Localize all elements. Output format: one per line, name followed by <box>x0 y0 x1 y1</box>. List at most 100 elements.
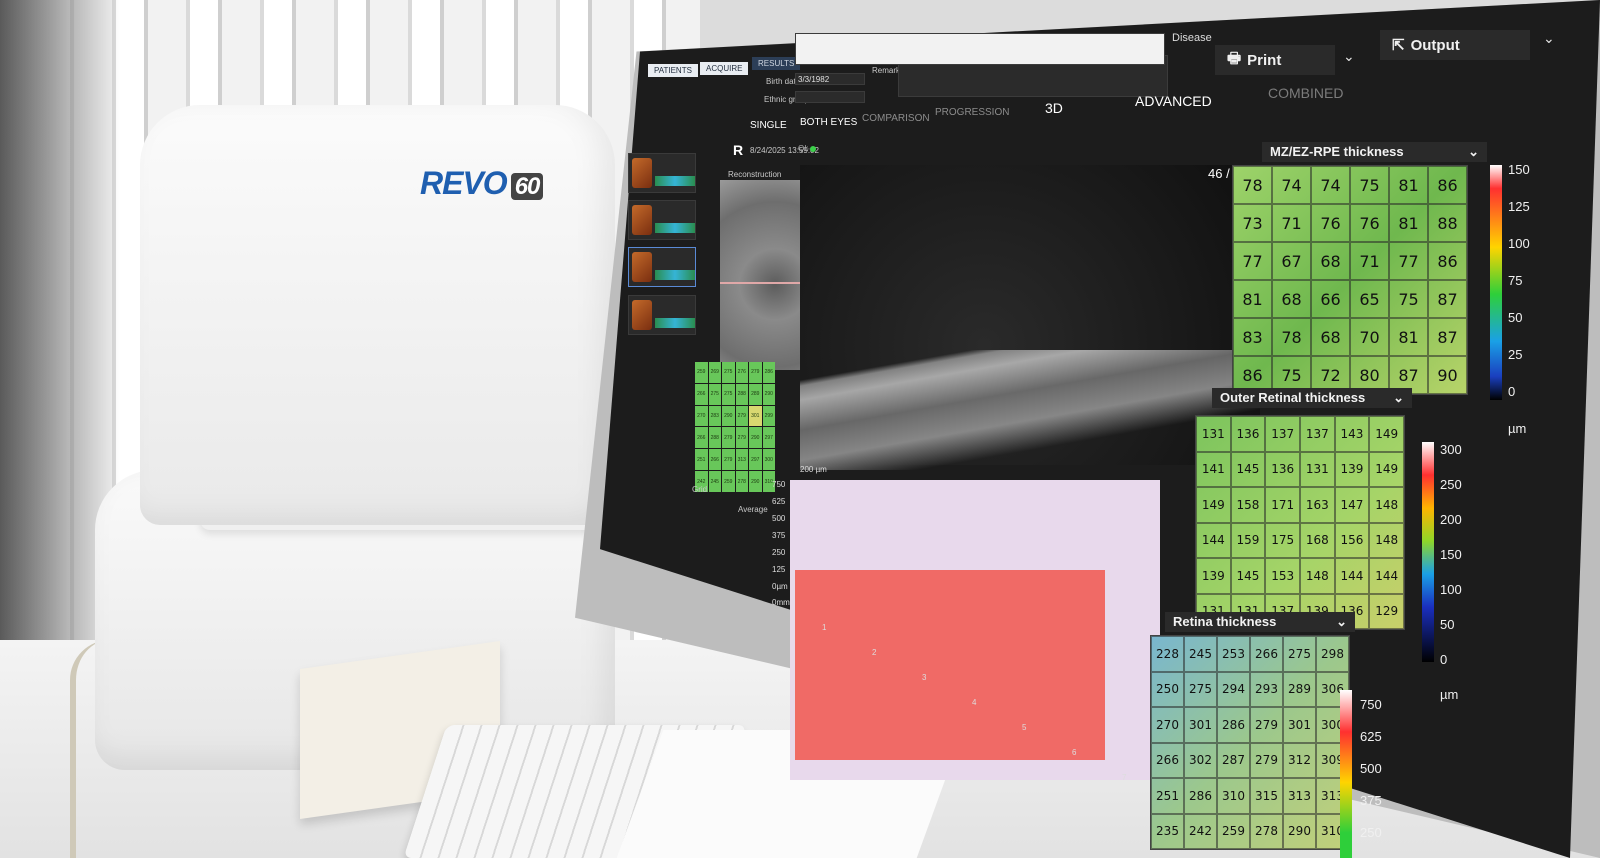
map-cell: 145 <box>1230 558 1266 594</box>
scan-thumbnail-selected[interactable] <box>628 247 696 287</box>
axis-tick: 3 <box>922 673 927 682</box>
map-cell: 300 <box>762 449 775 471</box>
output-dropdown-icon[interactable]: ⌄ <box>1543 30 1555 47</box>
outer-color-scale <box>1422 442 1434 662</box>
scale-tick: 75 <box>1508 273 1523 288</box>
map-cell: 71 <box>1272 204 1311 242</box>
average-label[interactable]: Average <box>738 505 768 514</box>
axis-tick: 375 <box>772 531 786 540</box>
device-logo: REVO 60 <box>420 165 544 202</box>
map-cell: 290 <box>749 427 762 449</box>
device-brand: REVO <box>420 165 508 201</box>
mz-map-dropdown-icon[interactable]: ⌄ <box>1468 144 1479 160</box>
scale-tick: 250 <box>1360 825 1382 840</box>
retina-thickness-map[interactable]: 228 245 253 266 275 298 250 275 294 293 289 306 270 3… <box>1150 635 1350 850</box>
map-cell: 137 <box>1300 416 1335 452</box>
map-cell: 286 <box>1184 778 1217 814</box>
map-cell: 312 <box>1283 742 1316 778</box>
tab-advanced[interactable]: ADVANCED <box>1135 93 1212 109</box>
scan-thumbnail[interactable] <box>628 295 696 335</box>
outer-map-dropdown-icon[interactable]: ⌄ <box>1393 390 1404 406</box>
scale-tick: 50 <box>1440 617 1455 632</box>
map-cell: 139 <box>1334 451 1370 487</box>
map-cell: 269 <box>708 362 721 383</box>
ethnic-group-field[interactable] <box>795 91 865 103</box>
scale-tick: 200 <box>1440 512 1462 527</box>
map-cell: 81 <box>1389 166 1428 204</box>
map-cell: 251 <box>1151 778 1184 814</box>
output-icon: ⇱ <box>1392 37 1405 54</box>
map-cell: 86 <box>1428 166 1467 204</box>
disease-field[interactable] <box>795 33 1165 65</box>
qi-indicator <box>810 146 816 152</box>
map-cell: 156 <box>1334 522 1370 558</box>
mz-ez-rpe-thickness-map[interactable]: 78 74 74 75 81 86 73 71 76 76 81 88 77 67 68 71 77 86 81 68… <box>1232 165 1468 395</box>
mz-color-scale <box>1490 165 1502 400</box>
map-cell: 279 <box>1250 707 1283 743</box>
scale-tick: 50 <box>1508 310 1523 325</box>
map-cell: 279 <box>722 449 735 471</box>
map-cell: 88 <box>1428 204 1467 242</box>
tab-acquire[interactable]: ACQUIRE <box>700 62 749 75</box>
print-dropdown-icon[interactable]: ⌄ <box>1343 48 1355 65</box>
map-cell: 75 <box>1389 280 1428 318</box>
map-cell: 275 <box>722 383 735 405</box>
scale-tick: 25 <box>1508 347 1523 362</box>
tab-single[interactable]: SINGLE <box>750 120 787 131</box>
scale-tick: 100 <box>1508 236 1530 251</box>
map-cell: 259 <box>722 471 735 492</box>
tab-both-eyes[interactable]: BOTH EYES <box>800 117 857 128</box>
tab-patients[interactable]: PATIENTS <box>648 64 698 77</box>
fundus-thumb <box>632 300 652 330</box>
map-cell: 279 <box>1250 742 1283 778</box>
map-cell: 297 <box>762 427 775 449</box>
map-cell: 253 <box>1217 636 1250 672</box>
map-cell: 66 <box>1311 280 1350 318</box>
tab-progression[interactable]: PROGRESSION <box>935 107 1009 118</box>
map-cell: 68 <box>1272 280 1311 318</box>
axis-tick: 7 <box>1122 773 1127 782</box>
tab-3d[interactable]: 3D <box>1045 100 1063 116</box>
map-cell: 310 <box>1217 778 1250 814</box>
map-cell: 87 <box>1428 280 1467 318</box>
outer-retinal-thickness-map[interactable]: 131 136 137 137 143 149 141 145 136 131 139 149 149 1… <box>1195 415 1405 630</box>
map-cell: 158 <box>1230 487 1266 523</box>
axis-tick: 500 <box>772 514 786 523</box>
map-cell: 275 <box>708 383 721 405</box>
tab-results[interactable]: RESULTS <box>752 57 801 70</box>
map-cell: 137 <box>1265 416 1300 452</box>
scale-tick: 375 <box>1360 793 1382 808</box>
axis-tick: 250 <box>772 548 786 557</box>
tab-comparison[interactable]: COMPARISON <box>862 113 930 124</box>
print-label: Print <box>1247 51 1282 69</box>
axis-tick: 125 <box>772 565 786 574</box>
map-cell: 141 <box>1196 451 1231 487</box>
map-cell: 315 <box>1250 778 1283 814</box>
print-button[interactable]: 🖶 Print <box>1215 45 1335 75</box>
map-cell: 279 <box>735 427 748 449</box>
map-cell: 279 <box>722 427 735 449</box>
map-cell: 136 <box>1230 416 1266 452</box>
axis-tick: 2 <box>872 648 877 657</box>
map-cell: 65 <box>1350 280 1389 318</box>
axis-tick: 6 <box>1072 748 1077 757</box>
map-cell: 313 <box>1283 778 1316 814</box>
map-cell: 144 <box>1334 558 1370 594</box>
map-cell: 270 <box>695 405 708 427</box>
map-cell: 266 <box>1250 636 1283 672</box>
map-cell: 275 <box>1184 671 1217 707</box>
map-cell: 149 <box>1196 487 1231 523</box>
map-cell: 290 <box>722 405 735 427</box>
map-cell: 147 <box>1334 487 1370 523</box>
tab-combined[interactable]: COMBINED <box>1268 85 1343 101</box>
scan-thumbnail[interactable] <box>628 153 696 193</box>
retina-map-dropdown-icon[interactable]: ⌄ <box>1336 614 1347 630</box>
scale-tick: 0 <box>1508 384 1516 399</box>
output-button[interactable]: ⇱ Output <box>1380 30 1530 60</box>
birth-date-field[interactable]: 3/3/1982 <box>795 73 865 85</box>
map-cell: 78 <box>1272 318 1311 356</box>
scan-thumbnail[interactable] <box>628 200 696 240</box>
map-cell: 286 <box>1217 707 1250 743</box>
map-cell: 71 <box>1350 242 1389 280</box>
map-cell: 81 <box>1233 280 1272 318</box>
